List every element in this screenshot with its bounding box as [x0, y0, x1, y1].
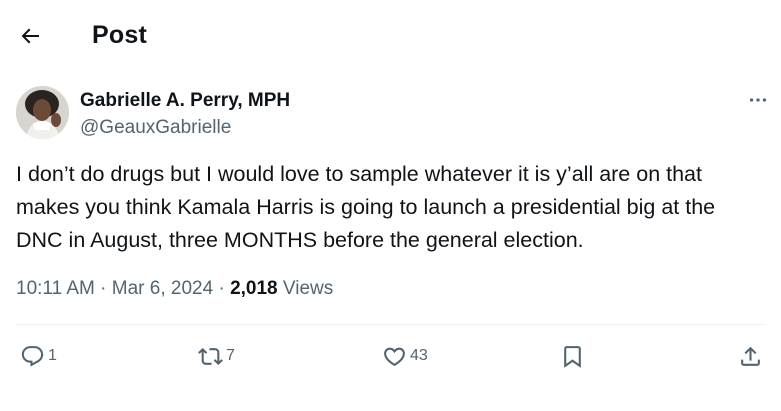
back-button[interactable]: [12, 18, 48, 54]
repost-icon: [198, 347, 223, 365]
bookmark-button[interactable]: [560, 340, 585, 372]
more-horizontal-icon: [749, 98, 767, 102]
author-display-name[interactable]: Gabrielle A. Perry, MPH: [80, 89, 290, 113]
avatar[interactable]: [16, 86, 69, 139]
share-icon: [741, 346, 760, 366]
views-count: 2,018: [230, 278, 278, 299]
post-header: Post: [0, 0, 781, 70]
action-bar: 1 7 43: [0, 340, 781, 372]
profile-photo: [16, 86, 69, 139]
reply-icon: [21, 345, 44, 367]
share-button[interactable]: [738, 340, 763, 372]
author-handle[interactable]: @GeauxGabrielle: [80, 116, 231, 140]
like-button[interactable]: 43: [382, 340, 428, 372]
bookmark-icon: [564, 345, 581, 368]
reply-button[interactable]: 1: [20, 340, 57, 372]
arrow-left-icon: [21, 28, 39, 44]
tweet-date[interactable]: Mar 6, 2024: [112, 278, 213, 299]
meta-separator: ·: [100, 278, 107, 299]
tweet-time[interactable]: 10:11 AM: [16, 278, 95, 299]
repost-count: 7: [226, 347, 235, 364]
tweet-metadata: 10:11 AM · Mar 6, 2024 · 2,018 Views: [16, 276, 333, 302]
reply-count: 1: [48, 347, 57, 364]
repost-button[interactable]: 7: [198, 340, 235, 372]
like-count: 43: [410, 347, 428, 364]
divider: [16, 324, 765, 325]
meta-separator: ·: [218, 278, 225, 299]
tweet-text: I don’t do drugs but I would love to sam…: [16, 162, 716, 252]
page-title: Post: [92, 21, 147, 49]
heart-icon: [384, 347, 405, 366]
views-label: Views: [282, 278, 334, 299]
more-options-button[interactable]: [740, 86, 776, 114]
